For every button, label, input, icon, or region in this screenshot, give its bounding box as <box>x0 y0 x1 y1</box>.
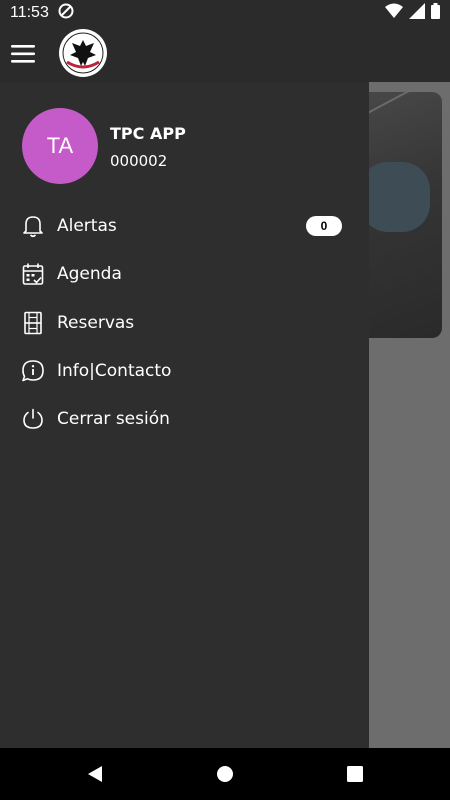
recents-square-icon[interactable] <box>345 764 365 784</box>
bell-icon <box>21 214 45 238</box>
avatar-initials: TA <box>46 133 74 158</box>
user-id: 000002 <box>110 152 168 170</box>
hamburger-menu-icon[interactable] <box>11 43 37 65</box>
calendar-icon <box>21 262 45 286</box>
power-icon <box>21 407 45 431</box>
home-circle-icon[interactable] <box>215 764 235 784</box>
signal-icon <box>409 3 425 23</box>
battery-icon <box>431 3 440 23</box>
eagle-club-logo[interactable] <box>58 28 108 78</box>
avatar[interactable]: TA <box>22 108 98 184</box>
back-triangle-icon[interactable] <box>85 764 105 784</box>
menu-item-label: Reservas <box>57 313 135 333</box>
menu-item-alertas[interactable]: Alertas 0 <box>0 204 369 248</box>
menu-item-reservas[interactable]: Reservas <box>0 301 369 345</box>
app-bar <box>0 26 450 82</box>
menu-item-label: Cerrar sesión <box>57 409 170 429</box>
menu-item-label: Info|Contacto <box>57 361 172 381</box>
menu-item-agenda[interactable]: Agenda <box>0 252 369 296</box>
user-name: TPC APP <box>110 124 186 143</box>
menu-item-label: Agenda <box>57 264 122 284</box>
info-chat-icon <box>21 359 45 383</box>
navigation-drawer: TA TPC APP 000002 Alertas 0 Agenda Reser… <box>0 82 369 748</box>
menu-item-info-contacto[interactable]: Info|Contacto <box>0 349 369 393</box>
court-icon <box>21 311 45 335</box>
status-time: 11:53 <box>10 4 49 21</box>
menu-item-cerrar-sesion[interactable]: Cerrar sesión <box>0 397 369 441</box>
alert-count-badge: 0 <box>306 216 342 236</box>
system-nav-bar <box>0 748 450 800</box>
sync-icon <box>57 2 75 24</box>
menu-item-label: Alertas <box>57 216 117 236</box>
status-bar: 11:53 <box>0 0 450 26</box>
wifi-icon <box>385 3 403 23</box>
